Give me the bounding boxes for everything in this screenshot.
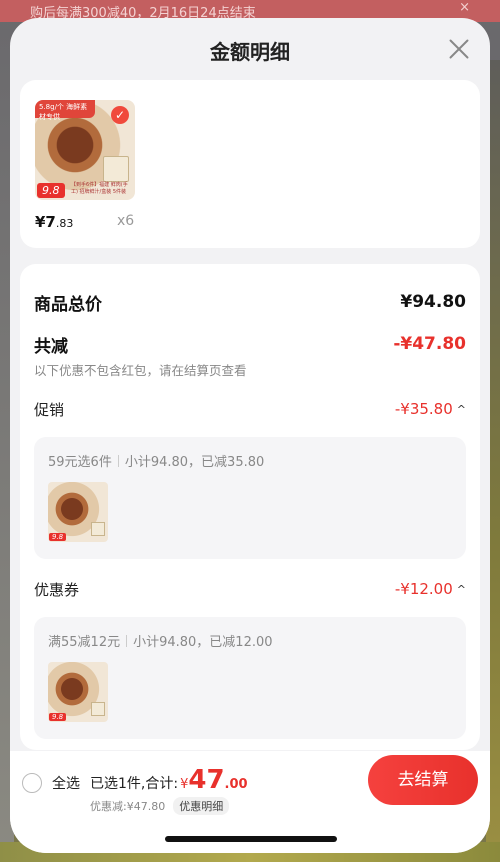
reduce-value: -¥47.80: [393, 334, 466, 354]
discount-text: 优惠减:¥47.80: [90, 800, 166, 813]
coupon-detail-box: 满55减12元 小计94.80，已减12.00 9.8: [34, 617, 466, 739]
promotion-detail-box: 59元选6件 小计94.80，已减35.80 9.8: [34, 437, 466, 559]
total-amount-dec: .00: [224, 777, 248, 792]
coupon-detail-line: 满55减12元 小计94.80，已减12.00: [48, 631, 452, 650]
selected-count-text: 已选1件,合计:: [90, 776, 179, 792]
promotion-subtotal: 小计94.80，已减35.80: [124, 455, 265, 470]
amount-detail-card: 商品总价 ¥94.80 共减 -¥47.80 以下优惠不包含红包，请在结算页查看…: [20, 264, 480, 750]
reduce-row: 共减 -¥47.80: [34, 332, 466, 357]
chevron-up-icon[interactable]: ^: [457, 583, 466, 596]
promotion-detail-line: 59元选6件 小计94.80，已减35.80: [48, 451, 452, 470]
total-label: 商品总价: [34, 294, 102, 315]
unit-price-dec: .83: [55, 217, 74, 230]
checkout-bar: 全选 已选1件,合计: ¥ 47 .00 优惠减:¥47.80 优惠明细 去结算: [10, 751, 490, 853]
promotion-rule: 59元选6件: [48, 455, 112, 470]
product-thumbnail[interactable]: 5.8g/个 海鲜素材专供 ✓ 【到手6件】福建 鲜肉(手工) 招牌鲜汁/盒装 …: [35, 100, 135, 200]
checkout-button[interactable]: 去结算: [368, 755, 478, 805]
mini-price-tag: 9.8: [49, 713, 67, 721]
total-currency: ¥: [180, 777, 189, 792]
divider: [117, 454, 119, 467]
thumbnail-price-tag: 9.8: [37, 183, 65, 198]
sheet-header: 金额明细: [10, 18, 490, 80]
package-box-graphic: [91, 702, 105, 716]
order-summary: 已选1件,合计: ¥ 47 .00 优惠减:¥47.80 优惠明细: [90, 765, 248, 815]
close-icon[interactable]: [448, 38, 470, 60]
thumbnail-tag: 5.8g/个 海鲜素材专供: [35, 100, 95, 121]
sheet-title: 金额明细: [210, 40, 290, 64]
discount-note: 以下优惠不包含红包，请在结算页查看: [34, 363, 247, 378]
product-card: 5.8g/个 海鲜素材专供 ✓ 【到手6件】福建 鲜肉(手工) 招牌鲜汁/盒装 …: [20, 80, 480, 248]
coupon-label: 优惠券: [34, 580, 80, 599]
thumbnail-caption: 【到手6件】福建 鲜肉(手工) 招牌鲜汁/盒装 5件装: [71, 182, 128, 195]
quantity: x6: [117, 213, 135, 229]
coupon-value: -¥12.00: [394, 580, 453, 598]
package-box-graphic: [91, 522, 105, 536]
coupon-subtotal: 小计94.80，已减12.00: [133, 635, 273, 650]
unit-price-int: ¥7: [35, 213, 56, 231]
discount-line: 优惠减:¥47.80 优惠明细: [90, 797, 248, 815]
reduce-label: 共减: [34, 336, 68, 357]
total-value: ¥94.80: [400, 292, 466, 312]
mini-price-tag: 9.8: [49, 533, 67, 541]
home-indicator: [165, 836, 337, 842]
total-row: 商品总价 ¥94.80: [34, 288, 466, 316]
promotion-label: 促销: [34, 400, 65, 419]
select-all-radio[interactable]: [22, 773, 42, 793]
package-box-graphic: [103, 156, 129, 182]
divider: [126, 634, 128, 647]
total-amount-int: 47: [188, 765, 225, 795]
background-close-icon: ×: [459, 0, 470, 15]
select-all-toggle[interactable]: 全选: [22, 773, 80, 793]
promotion-row[interactable]: 促销 -¥35.80 ^: [34, 397, 466, 421]
coupon-value-wrap: -¥12.00 ^: [395, 580, 466, 598]
selected-check-icon: ✓: [111, 106, 129, 124]
total-line: 已选1件,合计: ¥ 47 .00: [90, 765, 248, 795]
amount-detail-sheet: 金额明细 5.8g/个 海鲜素材专供 ✓ 【到手6件】福建 鲜肉(手工) 招牌鲜…: [10, 18, 490, 853]
promotion-product-thumbnail[interactable]: 9.8: [48, 482, 108, 542]
coupon-row[interactable]: 优惠券 -¥12.00 ^: [34, 577, 466, 601]
coupon-product-thumbnail[interactable]: 9.8: [48, 662, 108, 722]
coupon-rule: 满55减12元: [48, 635, 121, 650]
promotion-value-wrap: -¥35.80 ^: [395, 400, 466, 418]
chevron-up-icon[interactable]: ^: [457, 403, 466, 416]
unit-price: ¥7.83: [35, 212, 73, 231]
discount-detail-button[interactable]: 优惠明细: [173, 797, 230, 815]
promotion-value: -¥35.80: [394, 400, 453, 418]
select-all-label: 全选: [52, 776, 80, 792]
